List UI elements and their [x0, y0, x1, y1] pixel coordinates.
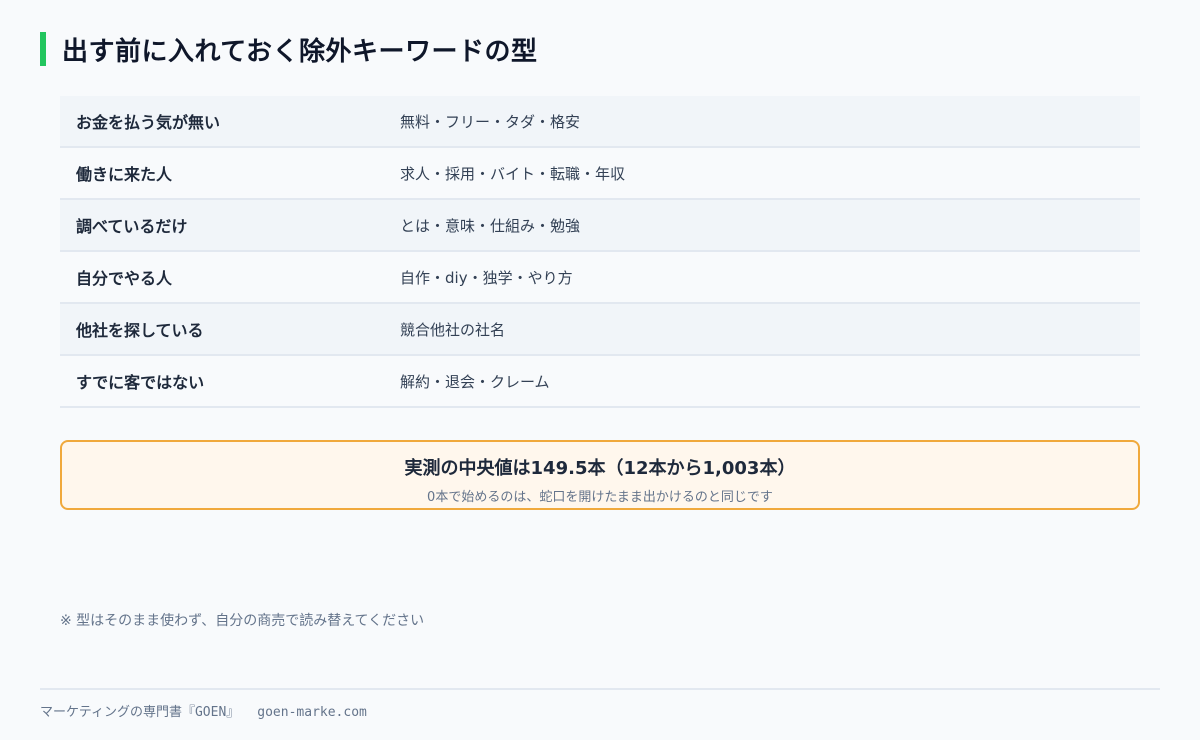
table-row: 調べているだけ とは・意味・仕組み・勉強	[60, 200, 1140, 252]
row-label: 調べているだけ	[76, 217, 188, 236]
footer: マーケティングの専門書『GOEN』 goen-marke.com	[40, 701, 367, 720]
row-label: すでに客ではない	[76, 373, 205, 392]
median-callout: 実測の中央値は149.5本（12本から1,003本） 0本で始めるのは、蛇口を開…	[60, 440, 1140, 510]
row-label: お金を払う気が無い	[76, 113, 221, 132]
callout-headline: 実測の中央値は149.5本（12本から1,003本）	[404, 458, 796, 479]
row-keywords: 競合他社の社名	[400, 320, 506, 339]
row-label: 働きに来た人	[76, 165, 173, 184]
row-label: 他社を探している	[76, 321, 204, 340]
page: 出す前に入れておく除外キーワードの型 お金を払う気が無い 無料・フリー・タダ・格…	[0, 0, 1200, 740]
table-row: 他社を探している 競合他社の社名	[60, 304, 1140, 356]
footer-divider	[40, 688, 1160, 690]
row-keywords: 解約・退会・クレーム	[400, 372, 550, 391]
table-row: 働きに来た人 求人・採用・バイト・転職・年収	[60, 148, 1140, 200]
title-accent-bar	[40, 32, 46, 66]
footer-url: goen-marke.com	[257, 705, 367, 720]
keyword-table: お金を払う気が無い 無料・フリー・タダ・格安 働きに来た人 求人・採用・バイト・…	[60, 96, 1140, 408]
row-keywords: 求人・採用・バイト・転職・年収	[400, 164, 626, 183]
footer-brand: マーケティングの専門書『GOEN』	[40, 705, 240, 720]
page-title: 出す前に入れておく除外キーワードの型	[62, 36, 538, 67]
row-keywords: 自作・diy・独学・やり方	[400, 268, 573, 287]
table-row: お金を払う気が無い 無料・フリー・タダ・格安	[60, 96, 1140, 148]
page-header: 出す前に入れておく除外キーワードの型	[40, 32, 538, 67]
row-label: 自分でやる人	[76, 269, 173, 288]
row-keywords: 無料・フリー・タダ・格安	[400, 112, 581, 131]
callout-subtext: 0本で始めるのは、蛇口を開けたまま出かけるのと同じです	[427, 490, 773, 505]
table-row: すでに客ではない 解約・退会・クレーム	[60, 356, 1140, 408]
usage-note: ※ 型はそのまま使わず、自分の商売で読み替えてください	[60, 613, 425, 629]
table-row: 自分でやる人 自作・diy・独学・やり方	[60, 252, 1140, 304]
row-keywords: とは・意味・仕組み・勉強	[400, 216, 581, 235]
